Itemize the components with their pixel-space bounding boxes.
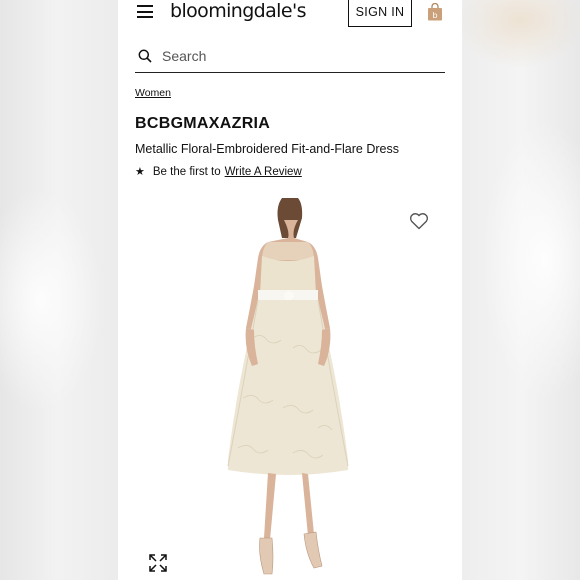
product-image[interactable] bbox=[118, 198, 462, 580]
mobile-page: bloomingdale's SIGN IN b Women BCBGMAXAZ… bbox=[118, 0, 462, 580]
search-icon[interactable] bbox=[138, 49, 152, 63]
search-bar[interactable] bbox=[135, 42, 445, 73]
expand-icon[interactable] bbox=[149, 554, 167, 572]
dress-photo bbox=[227, 198, 349, 575]
star-icon: ★ bbox=[135, 166, 145, 178]
shopping-bag-icon[interactable]: b bbox=[427, 3, 443, 21]
top-navigation-bar: bloomingdale's SIGN IN b bbox=[118, 0, 462, 30]
search-input[interactable] bbox=[162, 45, 432, 67]
heart-icon[interactable] bbox=[409, 212, 429, 230]
write-review-link[interactable]: Write A Review bbox=[225, 166, 302, 178]
hamburger-menu-icon[interactable] bbox=[137, 5, 153, 18]
review-prefix-text: Be the first to bbox=[152, 165, 221, 178]
review-prompt: ★ Be the first to Write A Review bbox=[135, 165, 302, 179]
breadcrumb-women[interactable]: Women bbox=[135, 87, 171, 99]
product-brand[interactable]: BCBGMAXAZRIA bbox=[135, 115, 270, 133]
svg-text:b: b bbox=[432, 11, 437, 20]
site-logo[interactable]: bloomingdale's bbox=[170, 0, 306, 22]
sign-in-button[interactable]: SIGN IN bbox=[348, 0, 412, 27]
product-title: Metallic Floral-Embroidered Fit-and-Flar… bbox=[135, 142, 399, 156]
